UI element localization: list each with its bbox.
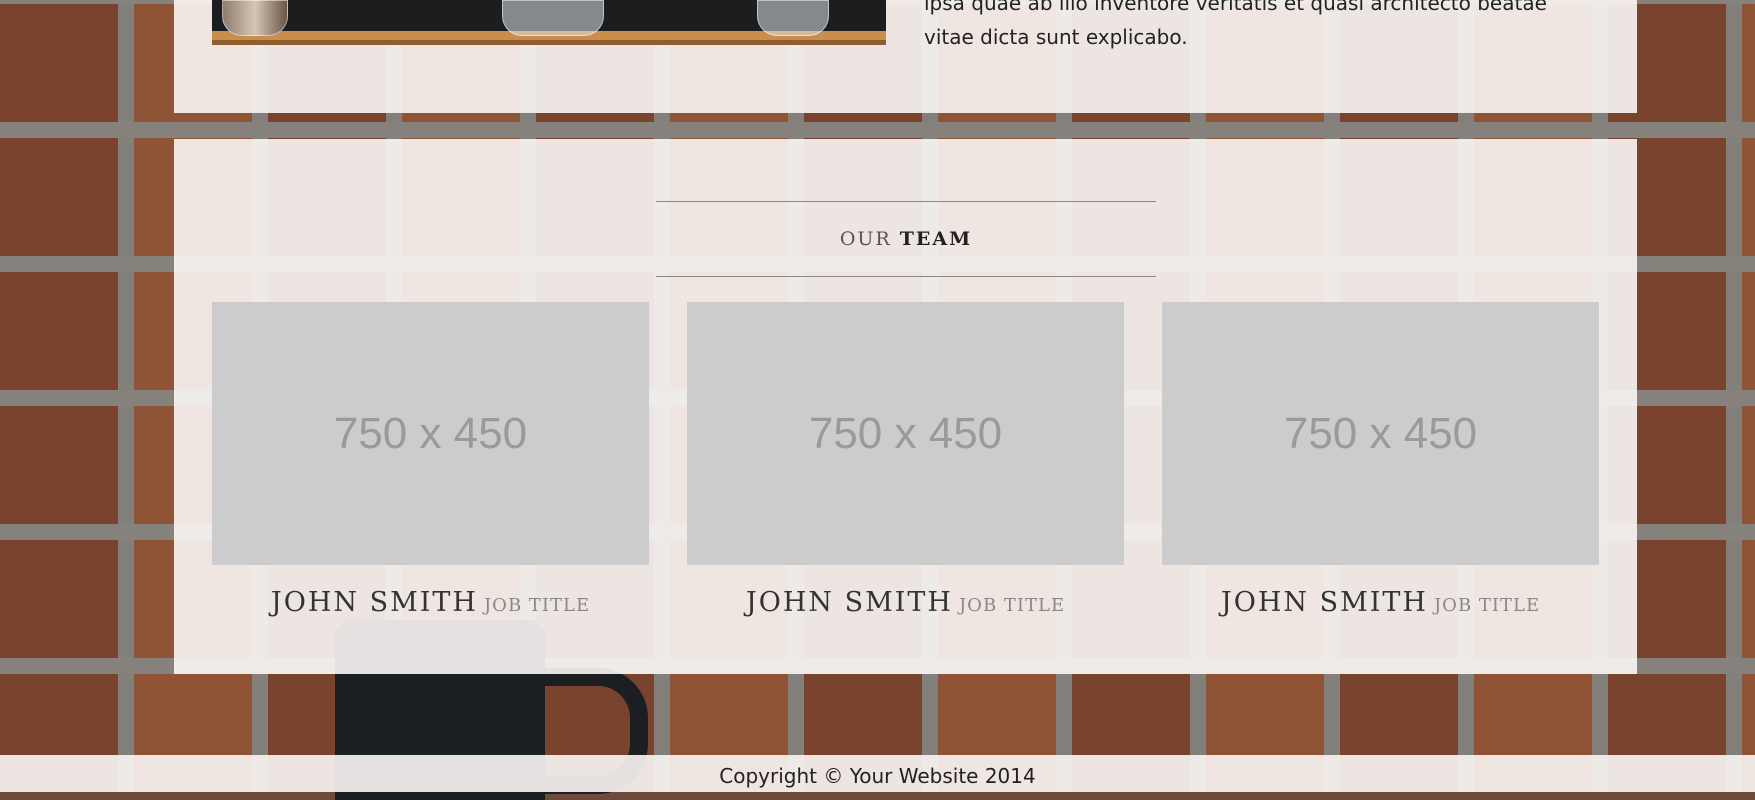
member-name-line: JOHN SMITH JOB TITLE	[212, 587, 649, 618]
member-name-line: JOHN SMITH JOB TITLE	[687, 587, 1124, 618]
glass-jar	[757, 0, 829, 36]
about-panel: ipsa quae ab illo inventore veritatis et…	[174, 0, 1637, 113]
team-heading-light: OUR	[839, 228, 892, 250]
member-name: JOHN SMITH	[745, 587, 953, 618]
member-photo-placeholder: 750 x 450	[212, 302, 649, 565]
about-text: ipsa quae ab illo inventore veritatis et…	[924, 0, 1547, 49]
member-photo-placeholder: 750 x 450	[687, 302, 1124, 565]
team-member: 750 x 450 JOHN SMITH JOB TITLE	[212, 302, 649, 618]
copper-jar	[222, 0, 288, 36]
page-footer: Copyright © Your Website 2014	[0, 755, 1755, 792]
member-name: JOHN SMITH	[270, 587, 478, 618]
team-member: 750 x 450 JOHN SMITH JOB TITLE	[1162, 302, 1599, 618]
team-member: 750 x 450 JOHN SMITH JOB TITLE	[687, 302, 1124, 618]
member-job-title: JOB TITLE	[1433, 595, 1541, 616]
shelf-photo	[212, 0, 886, 45]
copyright-text: Copyright © Your Website 2014	[719, 764, 1036, 788]
glass-jar	[502, 0, 604, 36]
member-name: JOHN SMITH	[1220, 587, 1428, 618]
member-job-title: JOB TITLE	[958, 595, 1066, 616]
member-photo-placeholder: 750 x 450	[1162, 302, 1599, 565]
team-heading-strong: TEAM	[899, 228, 973, 250]
member-name-line: JOHN SMITH JOB TITLE	[1162, 587, 1599, 618]
team-heading: OUR TEAM	[656, 201, 1156, 277]
team-panel: OUR TEAM 750 x 450 JOHN SMITH JOB TITLE 7…	[174, 139, 1637, 674]
member-job-title: JOB TITLE	[483, 595, 591, 616]
